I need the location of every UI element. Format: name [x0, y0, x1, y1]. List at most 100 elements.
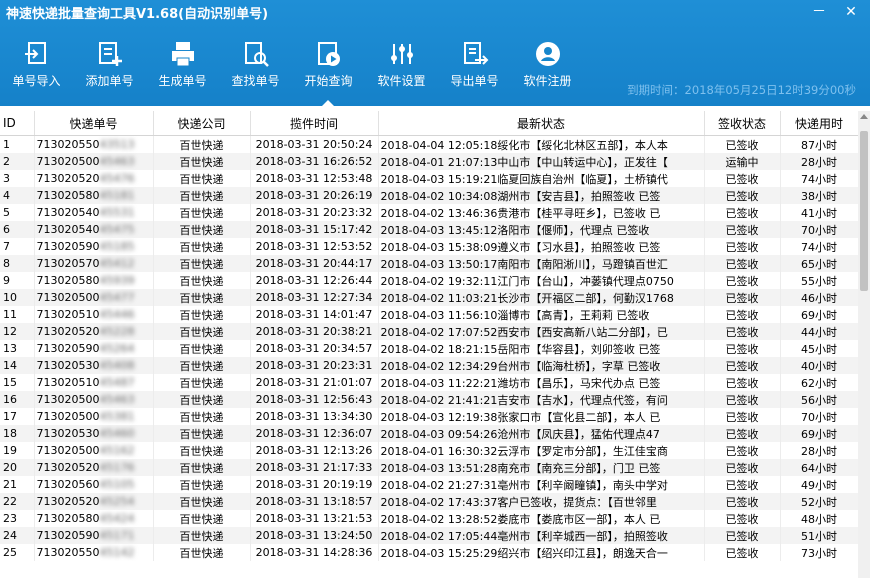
tracking-number-masked: 45181 — [99, 189, 135, 202]
table-row[interactable]: 24 71302059045171 百世快递 2018-03-31 13:24:50 2… — [0, 527, 858, 544]
cell-latest-status: 2018-04-02 13:46:36贵港市【桂平寻旺乡】，已签收 已 — [378, 204, 705, 221]
cell-sign-status: 已签收 — [704, 442, 781, 459]
cell-id: 21 — [0, 476, 35, 493]
cell-tracking-number: 71302050045381 — [34, 408, 154, 425]
tracking-number-masked: 45460 — [99, 427, 135, 440]
table-row[interactable]: 13 71302059045264 百世快递 2018-03-31 20:34:57 2… — [0, 340, 858, 357]
export-button[interactable]: 导出单号 — [438, 40, 511, 100]
tracking-number-masked: 45487 — [99, 376, 135, 389]
cell-courier: 百世快递 — [153, 544, 251, 561]
cell-tracking-number: 71302051045446 — [34, 306, 154, 323]
cell-courier: 百世快递 — [153, 238, 251, 255]
tracking-number-masked: 45424 — [99, 512, 135, 525]
vertical-scrollbar[interactable] — [858, 111, 870, 578]
table-row[interactable]: 23 71302058045424 百世快递 2018-03-31 13:21:53 2… — [0, 510, 858, 527]
cell-latest-status: 2018-04-03 09:54:26沧州市【凤庆县】，猛佑代理点47 — [378, 425, 705, 442]
cell-pickup-time: 2018-03-31 12:36:07 — [250, 425, 379, 442]
import-label: 单号导入 — [12, 74, 61, 88]
table-row[interactable]: 3 71302052045476 百世快递 2018-03-31 12:53:48 20… — [0, 170, 858, 187]
col-courier[interactable]: 快递公司 — [153, 111, 251, 136]
table-row[interactable]: 6 71302054045475 百世快递 2018-03-31 15:17:42 20… — [0, 221, 858, 238]
cell-pickup-time: 2018-03-31 12:27:34 — [250, 289, 379, 306]
col-duration[interactable]: 快递用时 — [780, 111, 858, 136]
table-row[interactable]: 4 71302058045181 百世快递 2018-03-31 20:26:19 20… — [0, 187, 858, 204]
toolbar: 单号导入 添加单号 生成单号 查找单号 开始查询 软件设置 导出单号 软件注册 — [0, 40, 584, 106]
cell-id: 24 — [0, 527, 35, 544]
table-row[interactable]: 19 71302050045162 百世快递 2018-03-31 12:13:26 2… — [0, 442, 858, 459]
col-pickup-time[interactable]: 揽件时间 — [250, 111, 379, 136]
generate-button[interactable]: 生成单号 — [146, 40, 219, 100]
tracking-number-prefix: 713020580 — [36, 274, 100, 287]
cell-latest-status: 2018-04-03 11:22:21潍坊市【昌乐】，马宋代办点 已签 — [378, 374, 705, 391]
col-latest-status[interactable]: 最新状态 — [378, 111, 705, 136]
cell-pickup-time: 2018-03-31 20:19:19 — [250, 476, 379, 493]
settings-button[interactable]: 软件设置 — [365, 40, 438, 100]
table-header: ID 快递单号 快递公司 揽件时间 最新状态 签收状态 快递用时 — [0, 111, 858, 136]
find-button[interactable]: 查找单号 — [219, 40, 292, 100]
table-row[interactable]: 21 71302056045105 百世快递 2018-03-31 20:19:19 2… — [0, 476, 858, 493]
table-row[interactable]: 22 71302052045254 百世快递 2018-03-31 13:18:57 2… — [0, 493, 858, 510]
start-query-button[interactable]: 开始查询 — [292, 40, 365, 106]
cell-tracking-number: 71302058045939 — [34, 272, 154, 289]
minimize-button[interactable]: － — [806, 2, 832, 22]
cell-id: 16 — [0, 391, 35, 408]
cell-tracking-number: 71302053045460 — [34, 425, 154, 442]
table-row[interactable]: 5 71302054045531 百世快递 2018-03-31 20:23:32 20… — [0, 204, 858, 221]
cell-tracking-number: 71302054045475 — [34, 221, 154, 238]
cell-id: 12 — [0, 323, 35, 340]
cell-latest-status: 2018-04-03 12:19:38张家口市【宣化县二部】，本人 已 — [378, 408, 705, 425]
tracking-number-masked: 45264 — [99, 342, 135, 355]
cell-pickup-time: 2018-03-31 20:23:32 — [250, 204, 379, 221]
cell-tracking-number: 71302056045105 — [34, 476, 154, 493]
cell-id: 11 — [0, 306, 35, 323]
cell-tracking-number: 71302050045162 — [34, 442, 154, 459]
cell-courier: 百世快递 — [153, 527, 251, 544]
cell-courier: 百世快递 — [153, 510, 251, 527]
table-row[interactable]: 11 71302051045446 百世快递 2018-03-31 14:01:47 2… — [0, 306, 858, 323]
table-row[interactable]: 7 71302059045185 百世快递 2018-03-31 12:53:52 20… — [0, 238, 858, 255]
import-icon — [24, 42, 46, 64]
import-button[interactable]: 单号导入 — [0, 40, 73, 100]
col-sign-status[interactable]: 签收状态 — [704, 111, 781, 136]
col-tracking-number[interactable]: 快递单号 — [34, 111, 154, 136]
table-row[interactable]: 2 71302050045463 百世快递 2018-03-31 16:26:52 20… — [0, 153, 858, 170]
tracking-number-prefix: 713020550 — [36, 546, 100, 559]
tracking-number-masked: 45171 — [99, 529, 135, 542]
cell-latest-status: 2018-04-02 21:27:31亳州市【利辛阚疃镇】，南头中学对 — [378, 476, 705, 493]
cell-duration: 69小时 — [780, 306, 858, 323]
table-row[interactable]: 25 71302055045142 百世快递 2018-03-31 14:28:36 2… — [0, 544, 858, 561]
table-row[interactable]: 14 71302053045408 百世快递 2018-03-31 20:23:31 2… — [0, 357, 858, 374]
cell-id: 20 — [0, 459, 35, 476]
cell-tracking-number: 71302052045254 — [34, 493, 154, 510]
tracking-number-masked: 45228 — [99, 325, 135, 338]
tracking-number-masked: 45939 — [99, 274, 135, 287]
register-button[interactable]: 软件注册 — [511, 40, 584, 100]
cell-pickup-time: 2018-03-31 21:17:33 — [250, 459, 379, 476]
tracking-number-masked: 45463 — [99, 393, 135, 406]
table-row[interactable]: 20 71302052045176 百世快递 2018-03-31 21:17:33 2… — [0, 459, 858, 476]
table-row[interactable]: 12 71302052045228 百世快递 2018-03-31 20:38:21 2… — [0, 323, 858, 340]
cell-id: 13 — [0, 340, 35, 357]
close-button[interactable]: ✕ — [838, 2, 864, 22]
cell-courier: 百世快递 — [153, 425, 251, 442]
cell-pickup-time: 2018-03-31 12:13:26 — [250, 442, 379, 459]
cell-id: 25 — [0, 544, 35, 561]
col-id[interactable]: ID — [0, 111, 35, 136]
table-row[interactable]: 17 71302050045381 百世快递 2018-03-31 13:34:30 2… — [0, 408, 858, 425]
add-button[interactable]: 添加单号 — [73, 40, 146, 100]
table-row[interactable]: 10 71302050045477 百世快递 2018-03-31 12:27:34 2… — [0, 289, 858, 306]
table-row[interactable]: 15 71302051045487 百世快递 2018-03-31 21:01:07 2… — [0, 374, 858, 391]
cell-tracking-number: 71302053045408 — [34, 357, 154, 374]
cell-sign-status: 已签收 — [704, 357, 781, 374]
table-row[interactable]: 16 71302050045463 百世快递 2018-03-31 12:56:43 2… — [0, 391, 858, 408]
scroll-thumb[interactable] — [860, 131, 868, 291]
cell-tracking-number: 71302052045476 — [34, 170, 154, 187]
table-row[interactable]: 8 71302057045412 百世快递 2018-03-31 20:44:17 20… — [0, 255, 858, 272]
scroll-up-icon[interactable] — [860, 114, 868, 119]
printer-icon — [171, 42, 194, 67]
table-row[interactable]: 9 71302058045939 百世快递 2018-03-31 12:26:44 20… — [0, 272, 858, 289]
tracking-number-masked: 45477 — [99, 291, 135, 304]
table-row[interactable]: 1 71302055043513 百世快递 2018-03-31 20:50:24 20… — [0, 135, 858, 153]
cell-latest-status: 2018-04-04 12:05:18绥化市【绥化北林区五部】，本人本 — [378, 135, 705, 153]
table-row[interactable]: 18 71302053045460 百世快递 2018-03-31 12:36:07 2… — [0, 425, 858, 442]
